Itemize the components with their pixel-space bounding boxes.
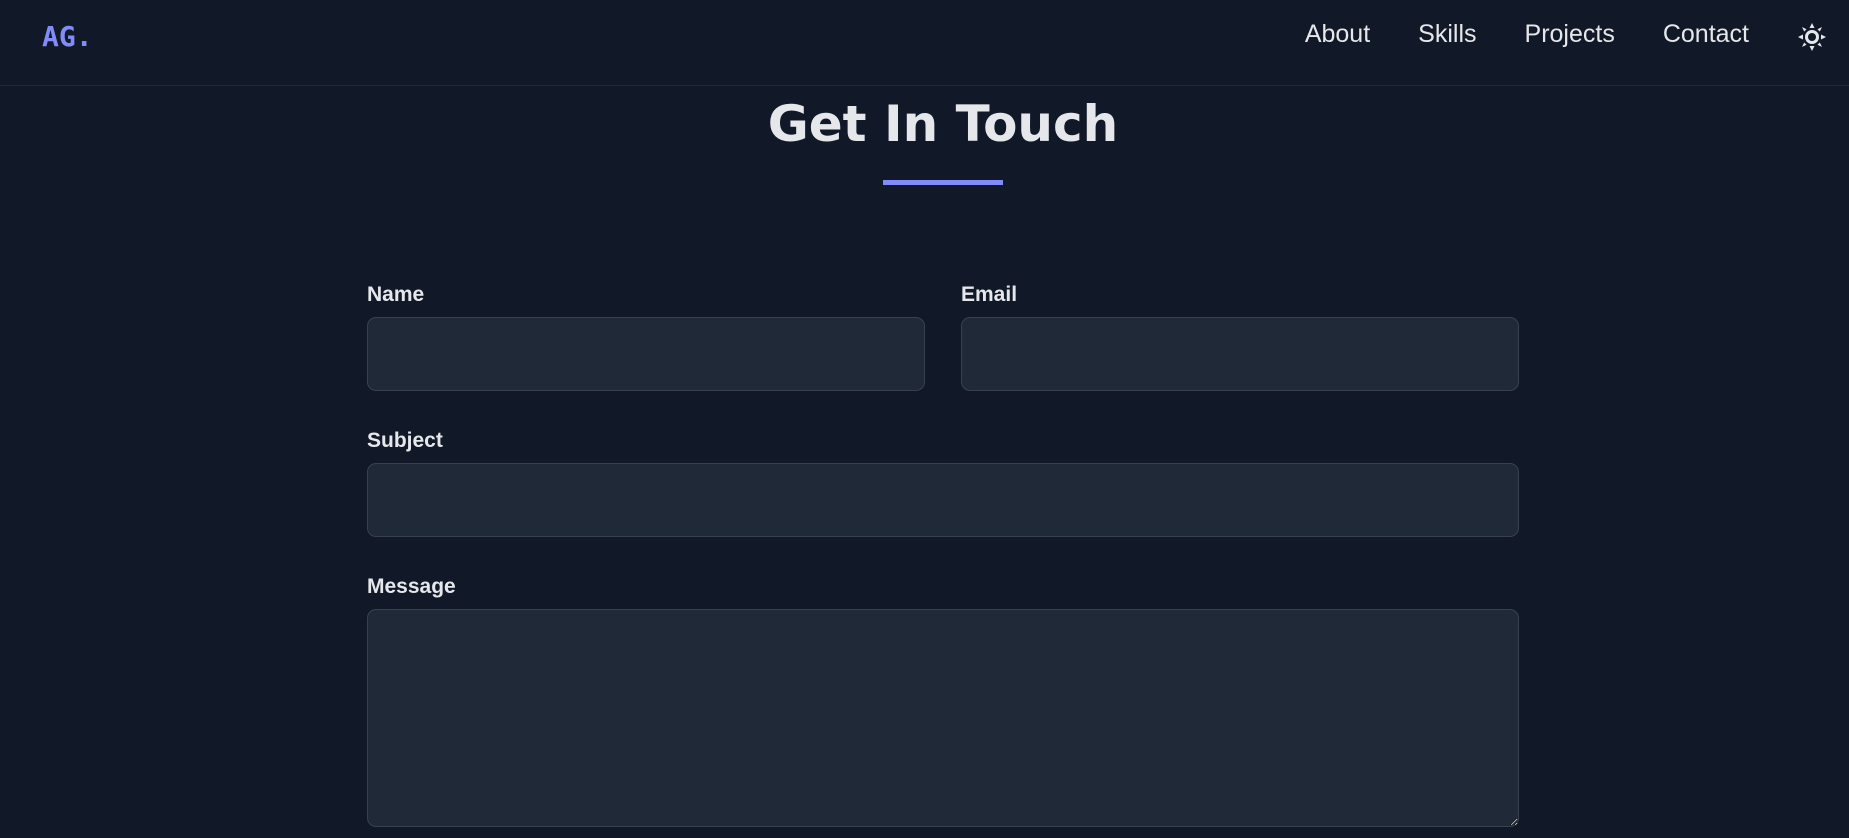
name-email-row: Name Email (367, 283, 1519, 391)
message-field-group: Message (367, 575, 1519, 832)
email-input[interactable] (961, 317, 1519, 391)
name-label: Name (367, 283, 425, 306)
subject-input[interactable] (367, 463, 1519, 537)
theme-toggle-button[interactable] (1797, 22, 1827, 52)
subject-field-group: Subject (367, 429, 1519, 537)
email-field-group: Email (961, 283, 1519, 391)
name-input[interactable] (367, 317, 925, 391)
email-label: Email (961, 283, 1018, 306)
message-label: Message (367, 575, 456, 598)
name-field-group: Name (367, 283, 925, 391)
nav-link-contact[interactable]: Contact (1663, 20, 1749, 49)
subject-label: Subject (367, 429, 443, 452)
nav-links: About Skills Projects Contact (1305, 20, 1749, 49)
contact-form: Name Email Subject Message (367, 283, 1519, 832)
nav-link-about[interactable]: About (1305, 20, 1370, 49)
section-title: Get In Touch (767, 95, 1119, 153)
logo[interactable]: AG. (42, 20, 93, 53)
nav-link-projects[interactable]: Projects (1525, 20, 1615, 49)
navbar: AG. About Skills Projects Contact (0, 0, 1849, 86)
message-textarea[interactable] (367, 609, 1519, 827)
title-underline (883, 180, 1003, 185)
nav-link-skills[interactable]: Skills (1418, 20, 1476, 49)
sun-icon (1798, 23, 1826, 51)
